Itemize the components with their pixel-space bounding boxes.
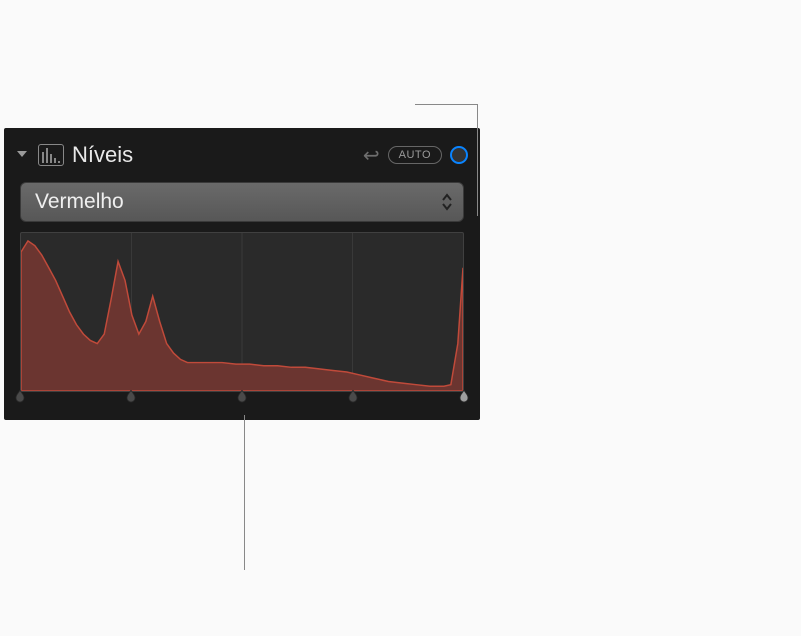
- channel-popup-button[interactable]: Vermelho: [20, 182, 464, 222]
- disclosure-triangle-icon[interactable]: [16, 147, 30, 163]
- chevron-up-down-icon: [441, 193, 453, 211]
- handle-track: [20, 390, 464, 404]
- callout-line: [415, 104, 477, 105]
- panel-header: Níveis ↩ AUTO: [16, 138, 468, 172]
- levels-handle[interactable]: [236, 390, 248, 404]
- levels-panel: Níveis ↩ AUTO Vermelho: [4, 128, 480, 420]
- auto-button[interactable]: AUTO: [388, 146, 442, 164]
- panel-title: Níveis: [72, 142, 355, 168]
- reset-button[interactable]: ↩: [363, 143, 380, 168]
- levels-handle[interactable]: [14, 390, 26, 404]
- levels-icon: [38, 144, 64, 166]
- histogram-container: [20, 232, 464, 404]
- levels-handle[interactable]: [125, 390, 137, 404]
- levels-handle[interactable]: [347, 390, 359, 404]
- callout-line: [477, 104, 478, 216]
- callout-line: [244, 415, 245, 570]
- histogram-chart: [20, 232, 464, 392]
- levels-handle[interactable]: [458, 390, 470, 404]
- channel-selected-label: Vermelho: [35, 190, 441, 214]
- enable-toggle[interactable]: [450, 146, 468, 164]
